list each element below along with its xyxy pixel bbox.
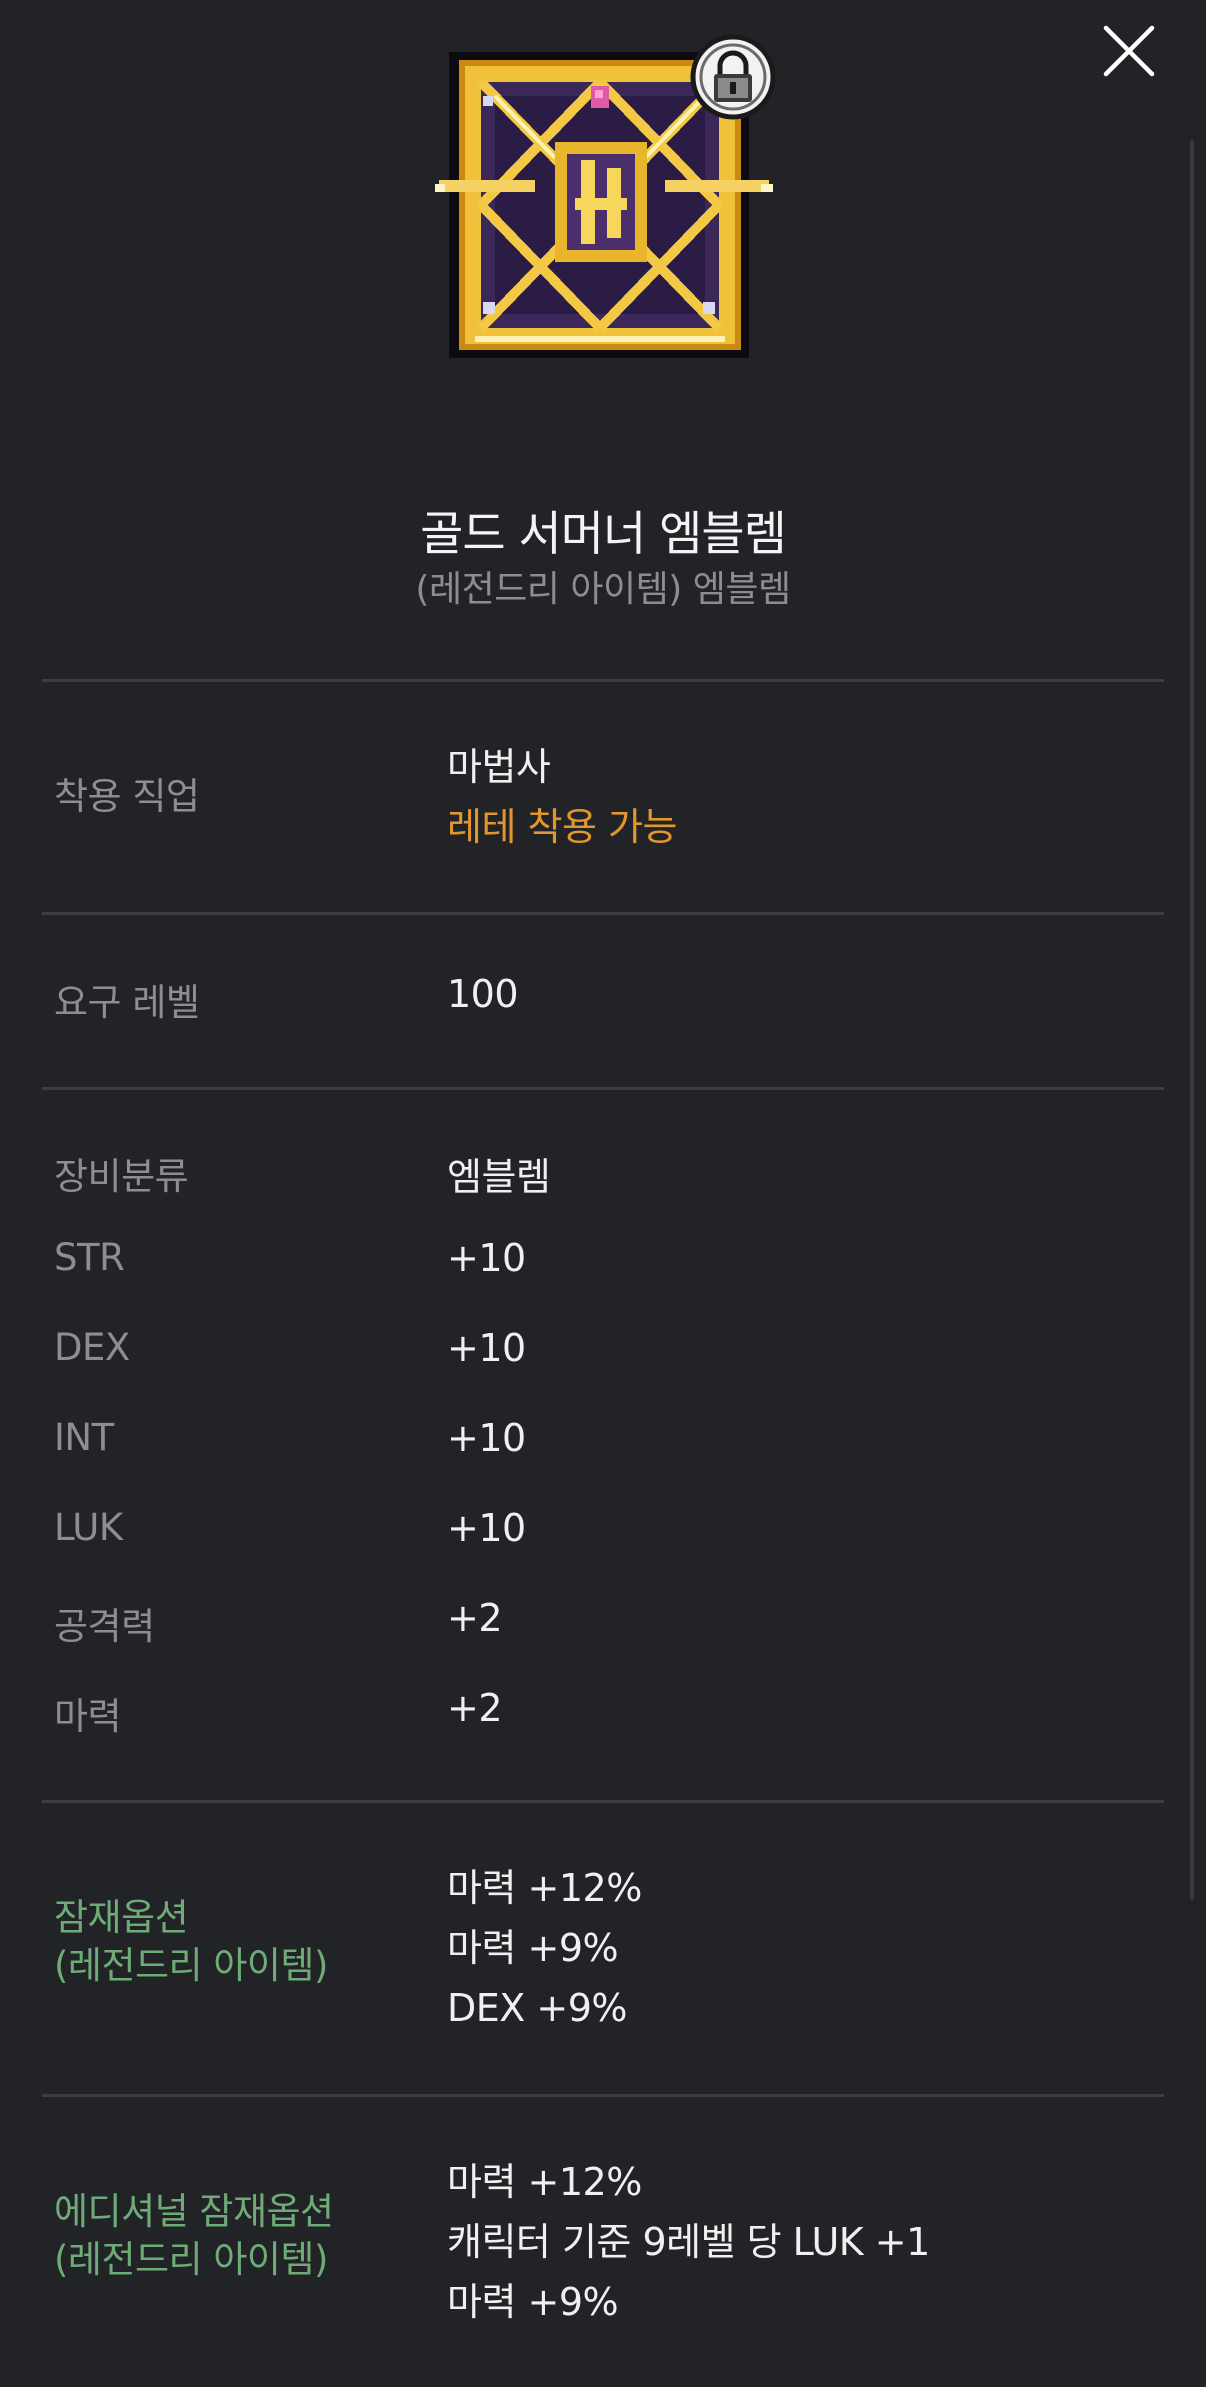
job-label: 착용 직업 [54, 775, 200, 818]
item-name: 골드 서머너 엠블렘 [420, 507, 787, 562]
additional-potential-line: 캐릭터 기준 9레벨 당 LUK +1 [447, 2220, 930, 2264]
stat-value-dex: +10 [447, 1326, 526, 1370]
divider [42, 2094, 1164, 2097]
lock-icon [690, 34, 776, 120]
stat-value-int: +10 [447, 1416, 526, 1460]
item-subtitle: (레전드리 아이템) 엠블렘 [415, 569, 791, 610]
stat-label-int: INT [54, 1416, 114, 1459]
stat-value-category: 엠블렘 [447, 1155, 551, 1199]
additional-potential-line: 마력 +9% [447, 2280, 619, 2324]
stat-value-magic: +2 [447, 1686, 503, 1730]
stat-label-str: STR [54, 1236, 125, 1279]
stat-value-str: +10 [447, 1236, 526, 1280]
stat-label-dex: DEX [54, 1326, 130, 1369]
potential-values: 마력 +12% 마력 +9% DEX +9% [447, 1858, 642, 2038]
stat-label-attack: 공격력 [54, 1605, 155, 1648]
potential-label-grade: (레전드리 아이템) [54, 1944, 328, 1987]
potential-label-title: 잠재옵션 [54, 1896, 189, 1939]
lock-badge [690, 34, 776, 120]
stat-label-magic: 마력 [54, 1695, 122, 1738]
job-note: 레테 착용 가능 [447, 805, 677, 849]
additional-potential-label-title: 에디셔널 잠재옵션 [54, 2190, 334, 2233]
divider [42, 912, 1164, 915]
potential-line: 마력 +12% [447, 1866, 642, 1910]
close-icon [1103, 25, 1155, 77]
additional-potential-values: 마력 +12% 캐릭터 기준 9레벨 당 LUK +1 마력 +9% [447, 2152, 930, 2332]
additional-potential-label: 에디셔널 잠재옵션 (레전드리 아이템) [54, 2188, 334, 2284]
potential-label: 잠재옵션 (레전드리 아이템) [54, 1894, 328, 1990]
divider [42, 679, 1164, 682]
divider [42, 1087, 1164, 1090]
stat-label-category: 장비분류 [54, 1155, 189, 1198]
level-value: 100 [447, 972, 519, 1016]
stat-value-luk: +10 [447, 1506, 526, 1550]
potential-line: 마력 +9% [447, 1926, 619, 1970]
job-value: 마법사 [447, 745, 551, 789]
close-button[interactable] [1100, 22, 1158, 80]
stat-label-luk: LUK [54, 1506, 123, 1549]
stat-value-attack: +2 [447, 1596, 503, 1640]
additional-potential-label-grade: (레전드리 아이템) [54, 2238, 328, 2281]
additional-potential-line: 마력 +12% [447, 2160, 642, 2204]
scrollbar[interactable] [1190, 140, 1194, 1900]
item-header: 골드 서머너 엠블렘 (레전드리 아이템) 엠블렘 [0, 505, 1206, 613]
potential-line: DEX +9% [447, 1986, 628, 2030]
divider [42, 1800, 1164, 1803]
level-label: 요구 레벨 [54, 981, 200, 1024]
